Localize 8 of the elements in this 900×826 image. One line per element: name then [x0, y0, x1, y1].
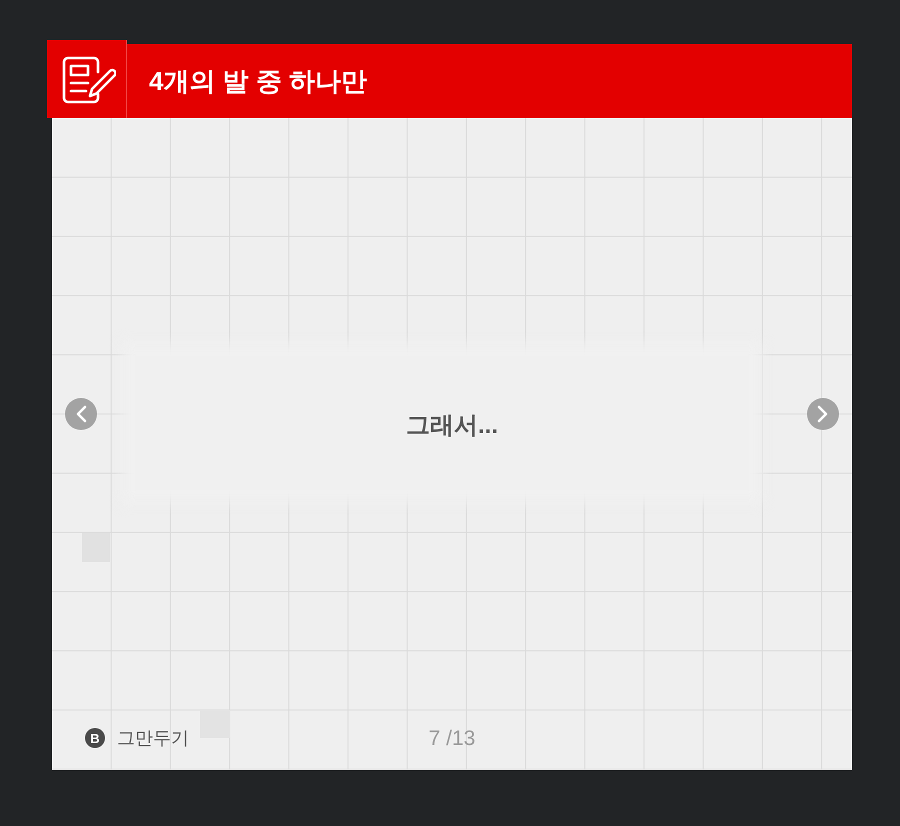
chevron-right-icon — [816, 405, 829, 423]
header-title: 4개의 발 중 하나만 — [149, 68, 368, 94]
chevron-left-icon — [75, 405, 87, 423]
slide-text: 그래서... — [406, 414, 498, 438]
quit-button[interactable]: B 그만두기 — [85, 728, 189, 748]
quit-label: 그만두기 — [117, 729, 189, 747]
page-indicator: 7 /13 — [428, 728, 476, 748]
note-pencil-icon — [62, 56, 116, 104]
